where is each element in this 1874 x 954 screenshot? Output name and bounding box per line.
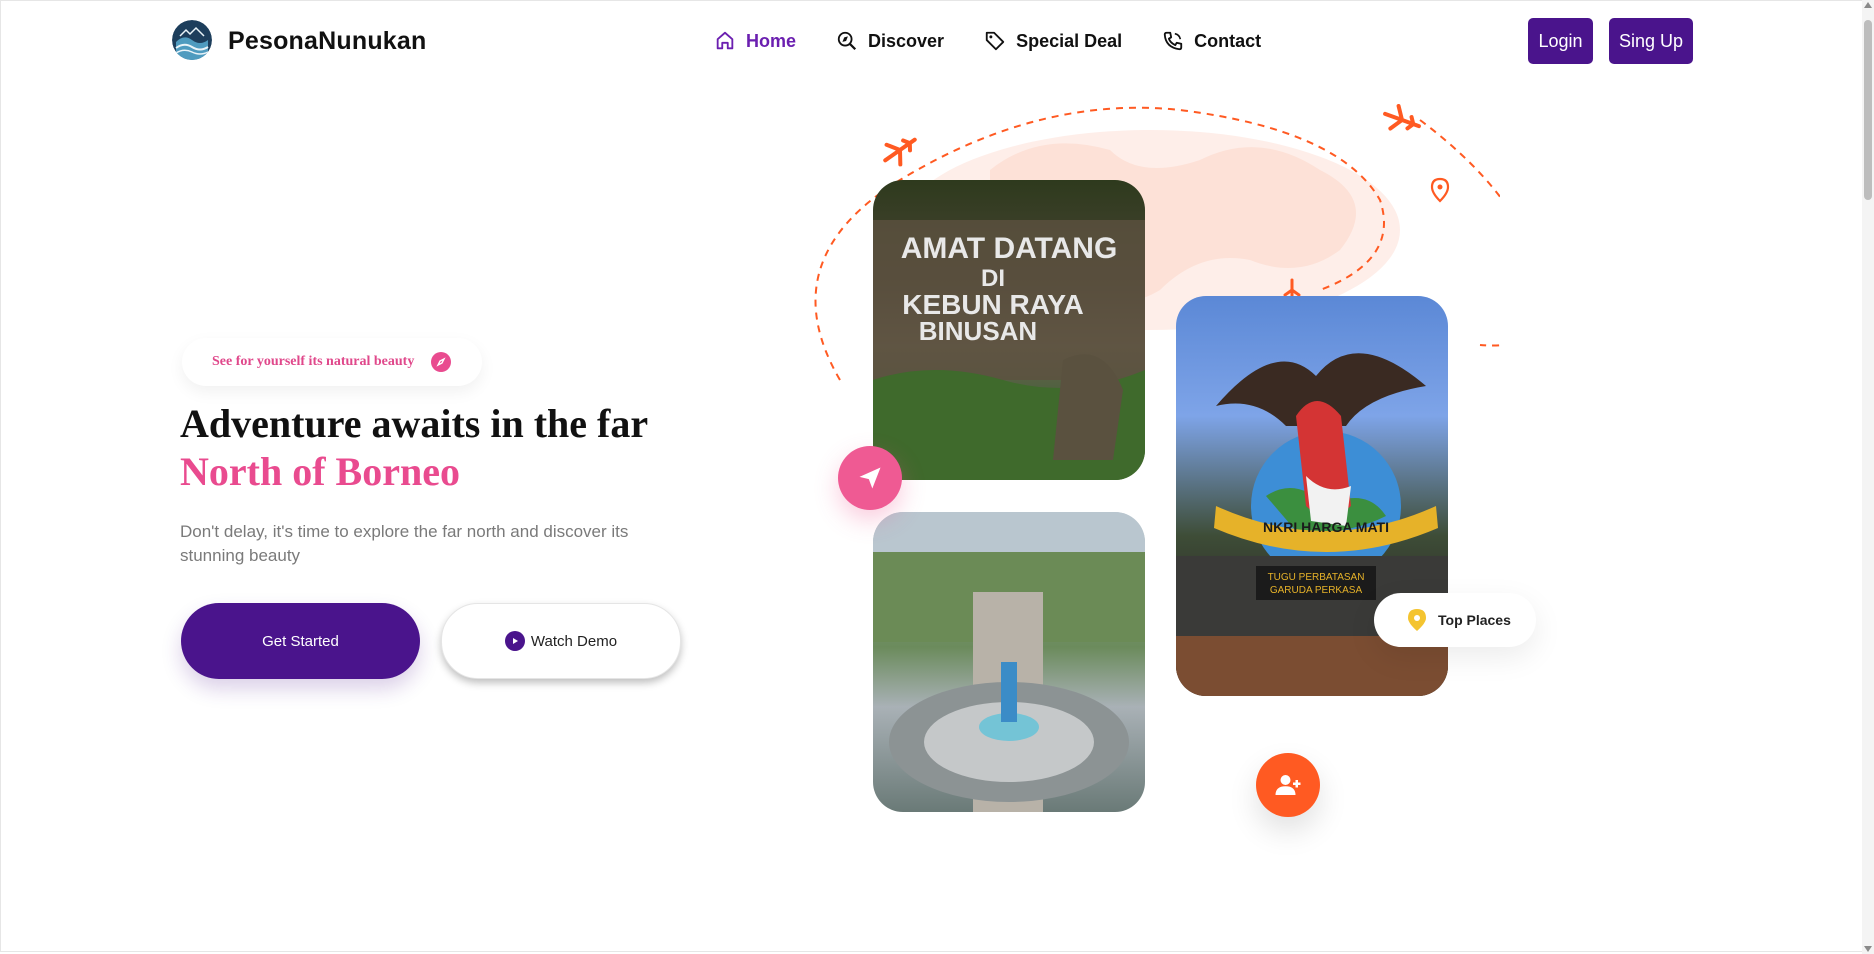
photo-kebun-raya-sign: AMAT DATANG DI KEBUN RAYA BINUSAN xyxy=(873,180,1145,480)
home-icon xyxy=(716,31,734,50)
nav-menu: Home Discover Special Deal Contact xyxy=(714,30,1261,52)
phone-icon xyxy=(1163,31,1183,51)
plane-icon xyxy=(1383,103,1421,131)
signup-button[interactable]: Sing Up xyxy=(1609,18,1693,64)
navbar: PesonaNunukan Home Discover Special Deal… xyxy=(0,0,1860,84)
nav-item-discover[interactable]: Discover xyxy=(836,30,944,52)
vertical-scrollbar[interactable] xyxy=(1862,0,1874,954)
compass-icon xyxy=(431,352,451,372)
scroll-down-arrow-icon[interactable] xyxy=(1864,946,1872,952)
add-user-icon xyxy=(1275,775,1301,795)
send-button[interactable] xyxy=(838,446,902,510)
monument-plaque-line2: GARUDA PERKASA xyxy=(1270,585,1363,596)
hero-title-line2: North of Borneo xyxy=(180,449,460,494)
nav-label-home: Home xyxy=(746,30,797,51)
tag-icon xyxy=(985,31,1005,51)
photo-city-aerial xyxy=(873,512,1145,812)
scroll-thumb[interactable] xyxy=(1864,20,1872,200)
nav-label-special-deal: Special Deal xyxy=(1016,30,1123,51)
logo-icon[interactable] xyxy=(172,20,212,60)
location-pin-icon xyxy=(1408,609,1426,631)
watch-demo-label: Watch Demo xyxy=(530,632,618,650)
get-started-button[interactable]: Get Started xyxy=(181,603,420,679)
tagline-pill: See for yourself its natural beauty xyxy=(182,338,482,386)
watch-demo-button[interactable]: Watch Demo xyxy=(441,603,681,679)
top-places-label: Top Places xyxy=(1438,612,1511,628)
nav-item-home[interactable]: Home xyxy=(714,30,796,52)
photo-sign-text-4: BINUSAN xyxy=(919,316,1037,346)
monument-plaque-line1: TUGU PERBATASAN xyxy=(1268,572,1365,583)
play-icon xyxy=(504,631,525,651)
nav-item-special-deal[interactable]: Special Deal xyxy=(984,30,1122,52)
nav-label-contact: Contact xyxy=(1194,30,1262,51)
hero-description: Don't delay, it's time to explore the fa… xyxy=(180,522,629,565)
photo-sign-text-1: AMAT DATANG xyxy=(901,232,1118,265)
nav-label-discover: Discover xyxy=(868,30,945,51)
scroll-up-arrow-icon[interactable] xyxy=(1864,2,1872,8)
add-user-button[interactable] xyxy=(1256,753,1320,817)
brand-name[interactable]: PesonaNunukan xyxy=(228,27,426,56)
tagline-text: See for yourself its natural beauty xyxy=(212,354,415,369)
discover-icon xyxy=(837,31,857,51)
monument-banner-text: NKRI HARGA MATI xyxy=(1263,519,1389,535)
login-button[interactable]: Login xyxy=(1528,18,1593,64)
nav-item-contact[interactable]: Contact xyxy=(1162,30,1261,52)
hero-title: Adventure awaits in the far North of Bor… xyxy=(180,400,648,496)
top-places-badge[interactable]: Top Places xyxy=(1374,593,1536,647)
location-pin-icon xyxy=(1430,177,1450,203)
send-icon xyxy=(859,467,881,489)
photo-sign-text-2: DI xyxy=(981,265,1005,292)
plane-icon xyxy=(883,137,917,167)
hero-title-line1: Adventure awaits in the far xyxy=(180,401,649,446)
